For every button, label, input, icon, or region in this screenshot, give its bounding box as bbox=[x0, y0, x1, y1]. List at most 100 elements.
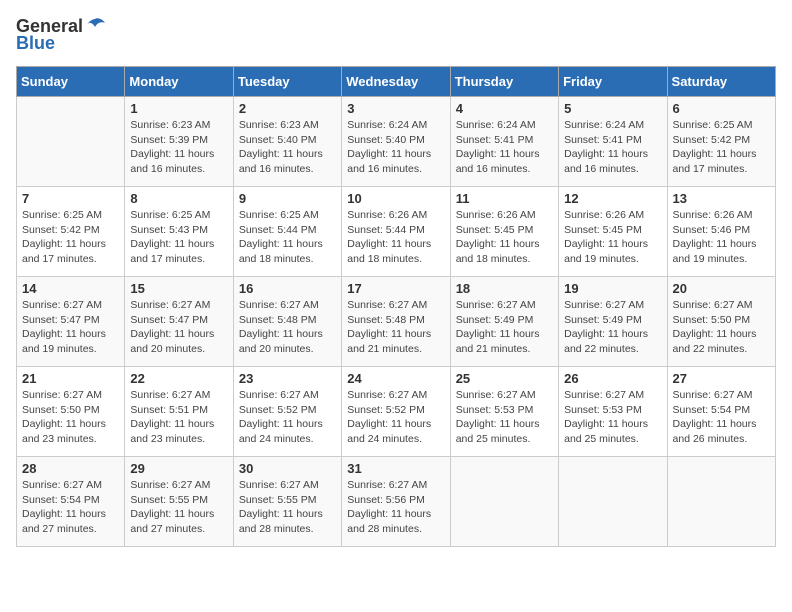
cell-date: 4 bbox=[456, 101, 553, 116]
cell-info: Sunrise: 6:27 AMSunset: 5:47 PMDaylight:… bbox=[130, 298, 227, 357]
calendar-table: SundayMondayTuesdayWednesdayThursdayFrid… bbox=[16, 66, 776, 547]
cell-date: 12 bbox=[564, 191, 661, 206]
calendar-cell: 23 Sunrise: 6:27 AMSunset: 5:52 PMDayligh… bbox=[233, 367, 341, 457]
calendar-cell: 11 Sunrise: 6:26 AMSunset: 5:45 PMDayligh… bbox=[450, 187, 558, 277]
header-day: Saturday bbox=[667, 67, 775, 97]
logo-blue-text: Blue bbox=[16, 33, 55, 54]
calendar-cell: 31Sunrise: 6:27 AMSunset: 5:56 PMDayligh… bbox=[342, 457, 450, 547]
cell-info: Sunrise: 6:27 AMSunset: 5:53 PMDaylight:… bbox=[564, 388, 661, 447]
calendar-cell: 17Sunrise: 6:27 AMSunset: 5:48 PMDayligh… bbox=[342, 277, 450, 367]
cell-info: Sunrise: 6:27 AMSunset: 5:47 PMDaylight:… bbox=[22, 298, 119, 357]
cell-date: 21 bbox=[22, 371, 119, 386]
cell-date: 1 bbox=[130, 101, 227, 116]
calendar-week-row: 7 Sunrise: 6:25 AMSunset: 5:42 PMDaylight… bbox=[17, 187, 776, 277]
cell-date: 7 bbox=[22, 191, 119, 206]
cell-info: Sunrise: 6:27 AMSunset: 5:52 PMDaylight:… bbox=[239, 388, 336, 447]
cell-info: Sunrise: 6:26 AMSunset: 5:46 PMDaylight:… bbox=[673, 208, 770, 267]
calendar-cell: 25 Sunrise: 6:27 AMSunset: 5:53 PMDayligh… bbox=[450, 367, 558, 457]
cell-info: Sunrise: 6:27 AMSunset: 5:49 PMDaylight:… bbox=[564, 298, 661, 357]
header-row: SundayMondayTuesdayWednesdayThursdayFrid… bbox=[17, 67, 776, 97]
cell-info: Sunrise: 6:26 AMSunset: 5:45 PMDaylight:… bbox=[456, 208, 553, 267]
cell-info: Sunrise: 6:27 AMSunset: 5:48 PMDaylight:… bbox=[347, 298, 444, 357]
calendar-cell: 12 Sunrise: 6:26 AMSunset: 5:45 PMDayligh… bbox=[559, 187, 667, 277]
cell-info: Sunrise: 6:26 AMSunset: 5:44 PMDaylight:… bbox=[347, 208, 444, 267]
calendar-cell bbox=[450, 457, 558, 547]
cell-date: 27 bbox=[673, 371, 770, 386]
calendar-header: SundayMondayTuesdayWednesdayThursdayFrid… bbox=[17, 67, 776, 97]
logo-bird-icon bbox=[85, 17, 107, 37]
cell-date: 22 bbox=[130, 371, 227, 386]
calendar-cell: 15 Sunrise: 6:27 AMSunset: 5:47 PMDayligh… bbox=[125, 277, 233, 367]
calendar-cell: 9 Sunrise: 6:25 AMSunset: 5:44 PMDaylight… bbox=[233, 187, 341, 277]
cell-date: 2 bbox=[239, 101, 336, 116]
cell-info: Sunrise: 6:27 AMSunset: 5:48 PMDaylight:… bbox=[239, 298, 336, 357]
cell-info: Sunrise: 6:25 AMSunset: 5:42 PMDaylight:… bbox=[22, 208, 119, 267]
calendar-cell: 8Sunrise: 6:25 AMSunset: 5:43 PMDaylight… bbox=[125, 187, 233, 277]
cell-info: Sunrise: 6:27 AMSunset: 5:52 PMDaylight:… bbox=[347, 388, 444, 447]
calendar-cell: 21 Sunrise: 6:27 AMSunset: 5:50 PMDayligh… bbox=[17, 367, 125, 457]
calendar-cell: 20 Sunrise: 6:27 AMSunset: 5:50 PMDayligh… bbox=[667, 277, 775, 367]
cell-info: Sunrise: 6:27 AMSunset: 5:53 PMDaylight:… bbox=[456, 388, 553, 447]
cell-date: 3 bbox=[347, 101, 444, 116]
header-day: Friday bbox=[559, 67, 667, 97]
cell-info: Sunrise: 6:25 AMSunset: 5:44 PMDaylight:… bbox=[239, 208, 336, 267]
calendar-cell: 14Sunrise: 6:27 AMSunset: 5:47 PMDayligh… bbox=[17, 277, 125, 367]
calendar-cell: 30 Sunrise: 6:27 AMSunset: 5:55 PMDayligh… bbox=[233, 457, 341, 547]
calendar-cell: 27 Sunrise: 6:27 AMSunset: 5:54 PMDayligh… bbox=[667, 367, 775, 457]
calendar-cell: 1 Sunrise: 6:23 AMSunset: 5:39 PMDaylight… bbox=[125, 97, 233, 187]
cell-date: 6 bbox=[673, 101, 770, 116]
calendar-cell: 6 Sunrise: 6:25 AMSunset: 5:42 PMDaylight… bbox=[667, 97, 775, 187]
cell-date: 25 bbox=[456, 371, 553, 386]
cell-date: 26 bbox=[564, 371, 661, 386]
cell-date: 10 bbox=[347, 191, 444, 206]
calendar-week-row: 21 Sunrise: 6:27 AMSunset: 5:50 PMDayligh… bbox=[17, 367, 776, 457]
logo: General Blue bbox=[16, 16, 107, 54]
header-day: Monday bbox=[125, 67, 233, 97]
cell-date: 23 bbox=[239, 371, 336, 386]
cell-date: 30 bbox=[239, 461, 336, 476]
header-day: Wednesday bbox=[342, 67, 450, 97]
cell-date: 15 bbox=[130, 281, 227, 296]
calendar-cell: 28Sunrise: 6:27 AMSunset: 5:54 PMDayligh… bbox=[17, 457, 125, 547]
cell-info: Sunrise: 6:27 AMSunset: 5:55 PMDaylight:… bbox=[239, 478, 336, 537]
calendar-week-row: 14Sunrise: 6:27 AMSunset: 5:47 PMDayligh… bbox=[17, 277, 776, 367]
cell-info: Sunrise: 6:24 AMSunset: 5:40 PMDaylight:… bbox=[347, 118, 444, 177]
cell-date: 20 bbox=[673, 281, 770, 296]
calendar-cell bbox=[667, 457, 775, 547]
cell-date: 29 bbox=[130, 461, 227, 476]
cell-info: Sunrise: 6:26 AMSunset: 5:45 PMDaylight:… bbox=[564, 208, 661, 267]
calendar-cell: 10 Sunrise: 6:26 AMSunset: 5:44 PMDayligh… bbox=[342, 187, 450, 277]
cell-date: 9 bbox=[239, 191, 336, 206]
calendar-cell: 5Sunrise: 6:24 AMSunset: 5:41 PMDaylight… bbox=[559, 97, 667, 187]
cell-date: 19 bbox=[564, 281, 661, 296]
cell-date: 5 bbox=[564, 101, 661, 116]
cell-info: Sunrise: 6:27 AMSunset: 5:49 PMDaylight:… bbox=[456, 298, 553, 357]
cell-date: 13 bbox=[673, 191, 770, 206]
calendar-cell: 4 Sunrise: 6:24 AMSunset: 5:41 PMDaylight… bbox=[450, 97, 558, 187]
calendar-cell: 29Sunrise: 6:27 AMSunset: 5:55 PMDayligh… bbox=[125, 457, 233, 547]
cell-info: Sunrise: 6:23 AMSunset: 5:39 PMDaylight:… bbox=[130, 118, 227, 177]
cell-info: Sunrise: 6:27 AMSunset: 5:50 PMDaylight:… bbox=[22, 388, 119, 447]
calendar-cell: 7 Sunrise: 6:25 AMSunset: 5:42 PMDaylight… bbox=[17, 187, 125, 277]
header-day: Thursday bbox=[450, 67, 558, 97]
cell-info: Sunrise: 6:27 AMSunset: 5:51 PMDaylight:… bbox=[130, 388, 227, 447]
cell-date: 16 bbox=[239, 281, 336, 296]
cell-info: Sunrise: 6:23 AMSunset: 5:40 PMDaylight:… bbox=[239, 118, 336, 177]
calendar-cell: 3 Sunrise: 6:24 AMSunset: 5:40 PMDaylight… bbox=[342, 97, 450, 187]
cell-info: Sunrise: 6:27 AMSunset: 5:54 PMDaylight:… bbox=[673, 388, 770, 447]
calendar-cell: 22 Sunrise: 6:27 AMSunset: 5:51 PMDayligh… bbox=[125, 367, 233, 457]
calendar-cell: 24Sunrise: 6:27 AMSunset: 5:52 PMDayligh… bbox=[342, 367, 450, 457]
calendar-cell: 19 Sunrise: 6:27 AMSunset: 5:49 PMDayligh… bbox=[559, 277, 667, 367]
cell-info: Sunrise: 6:27 AMSunset: 5:50 PMDaylight:… bbox=[673, 298, 770, 357]
cell-info: Sunrise: 6:25 AMSunset: 5:42 PMDaylight:… bbox=[673, 118, 770, 177]
calendar-cell bbox=[559, 457, 667, 547]
cell-info: Sunrise: 6:25 AMSunset: 5:43 PMDaylight:… bbox=[130, 208, 227, 267]
cell-info: Sunrise: 6:24 AMSunset: 5:41 PMDaylight:… bbox=[456, 118, 553, 177]
calendar-week-row: 28Sunrise: 6:27 AMSunset: 5:54 PMDayligh… bbox=[17, 457, 776, 547]
page-header: General Blue bbox=[16, 16, 776, 54]
calendar-cell: 2 Sunrise: 6:23 AMSunset: 5:40 PMDaylight… bbox=[233, 97, 341, 187]
calendar-cell: 18Sunrise: 6:27 AMSunset: 5:49 PMDayligh… bbox=[450, 277, 558, 367]
cell-date: 11 bbox=[456, 191, 553, 206]
header-day: Tuesday bbox=[233, 67, 341, 97]
calendar-body: 1 Sunrise: 6:23 AMSunset: 5:39 PMDaylight… bbox=[17, 97, 776, 547]
